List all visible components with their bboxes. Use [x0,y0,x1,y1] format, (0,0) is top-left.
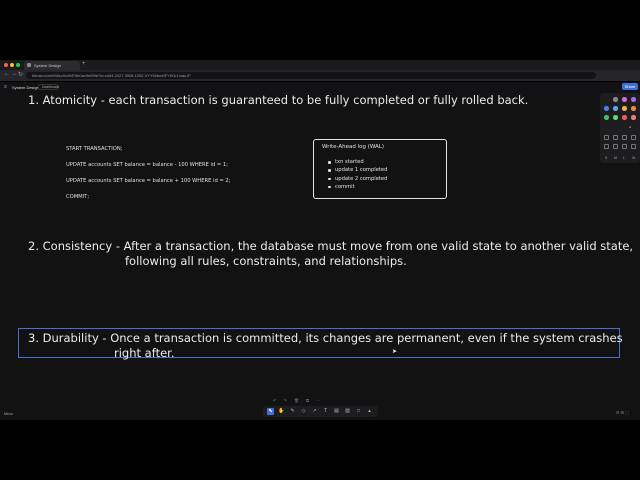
color-swatch[interactable] [622,106,627,111]
close-window-icon[interactable] [4,63,8,67]
opacity-slider[interactable]: ● [629,125,631,129]
color-swatch[interactable] [613,115,618,120]
image-icon[interactable]: ▨ [344,408,351,415]
hand-icon[interactable]: ✋ [278,408,285,415]
url-field[interactable]: tldraw.com/f/b8cc0c96f70b0ac9e5f9e?d=v44… [26,72,596,79]
undo-redo-row: ↶ ↷ 🗑 ⧉ ⋯ [273,398,323,403]
reload-icon[interactable]: ↻ [18,71,23,78]
wal-box[interactable]: Write-Ahead log (WAL) txn started update… [313,139,447,199]
note-icon[interactable]: ▤ [333,408,340,415]
durability-text-line2[interactable]: right after. [114,346,174,360]
style-option[interactable] [631,135,636,140]
wal-title: Write-Ahead log (WAL) [322,144,385,150]
size-option-l[interactable]: L [623,156,625,160]
size-option-s[interactable]: S [605,156,607,160]
wal-item: update 2 completed [328,175,387,183]
consistency-text-line2[interactable]: following all rules, constraints, and re… [125,254,407,268]
atomicity-text: Atomicity - each transaction is guarante… [42,93,529,107]
wal-list: txn started update 1 completed update 2 … [328,158,387,191]
draw-icon[interactable]: ✎ [289,408,296,415]
share-button[interactable]: Share [622,83,638,90]
style-option[interactable] [613,144,618,149]
zoom-controls[interactable]: ⊟ ⊞ ⬚ [616,410,629,415]
style-option[interactable] [604,144,609,149]
back-icon[interactable]: ← [4,71,10,77]
sql-line[interactable]: COMMIT; [66,194,89,200]
color-swatch[interactable] [631,106,636,111]
atomicity-number: 1. [28,93,39,107]
color-swatch[interactable] [604,97,609,102]
color-swatch[interactable] [613,106,618,111]
color-swatch[interactable] [622,97,627,102]
duplicate-icon[interactable]: ⧉ [306,398,312,403]
undo-icon[interactable]: ↶ [273,398,279,403]
size-option-m[interactable]: M [614,156,617,160]
size-option-xl[interactable]: XL [632,156,636,160]
document-title[interactable]: System Design [12,85,39,90]
consistency-heading[interactable]: 2. Consistency - After a transaction, th… [28,239,633,253]
consistency-number: 2. [28,239,39,253]
rectangle-icon[interactable]: □ [355,408,362,415]
favicon-icon [27,63,31,67]
sql-line[interactable]: UPDATE accounts SET balance = balance - … [66,162,228,168]
wal-item: commit [328,183,387,191]
color-swatch[interactable] [613,97,618,102]
durability-number: 3. [28,331,39,345]
style-option[interactable] [613,135,618,140]
consistency-text: Consistency - After a transaction, the d… [42,239,634,253]
sql-line[interactable]: UPDATE accounts SET balance = balance + … [66,178,230,184]
browser-tab[interactable]: System Design [24,61,80,70]
redo-icon[interactable]: ↷ [283,398,289,403]
delete-icon[interactable]: 🗑 [294,398,302,403]
app-bar [0,82,640,91]
maximize-window-icon[interactable] [16,63,20,67]
style-option[interactable] [622,135,627,140]
dashboard-button[interactable]: Dashboard [38,84,59,90]
style-option[interactable] [604,135,609,140]
menu-label[interactable]: Menu [4,412,13,416]
sql-line[interactable]: START TRANSACTION; [66,146,123,152]
wal-item: update 1 completed [328,166,387,174]
color-swatch[interactable] [622,115,627,120]
wal-item: txn started [328,158,387,166]
new-tab-button[interactable]: + [82,61,86,67]
durability-heading[interactable]: 3. Durability - Once a transaction is co… [28,331,623,345]
menu-icon[interactable]: ≡ [4,84,7,90]
more-actions-icon[interactable]: ⋯ [316,398,323,403]
minimize-window-icon[interactable] [10,63,14,67]
color-swatch[interactable] [631,97,636,102]
text-icon[interactable]: T [322,408,329,415]
browser-tab-bar [0,60,640,70]
tab-title: System Design [34,63,61,68]
atomicity-heading[interactable]: 1. Atomicity - each transaction is guara… [28,93,528,107]
mouse-cursor-icon: ➤ [392,349,398,355]
more-icon[interactable]: ▴ [366,408,373,415]
style-panel [600,93,640,163]
forward-icon[interactable]: → [11,71,17,77]
style-option[interactable] [631,144,636,149]
color-swatch[interactable] [604,115,609,120]
style-option[interactable] [622,144,627,149]
arrow-icon[interactable]: ↗ [311,408,318,415]
color-swatch[interactable] [604,106,609,111]
durability-text: Durability - Once a transaction is commi… [42,331,623,345]
color-swatch[interactable] [631,115,636,120]
select-icon[interactable]: ⬉ [267,408,274,415]
eraser-icon[interactable]: ◇ [300,408,307,415]
